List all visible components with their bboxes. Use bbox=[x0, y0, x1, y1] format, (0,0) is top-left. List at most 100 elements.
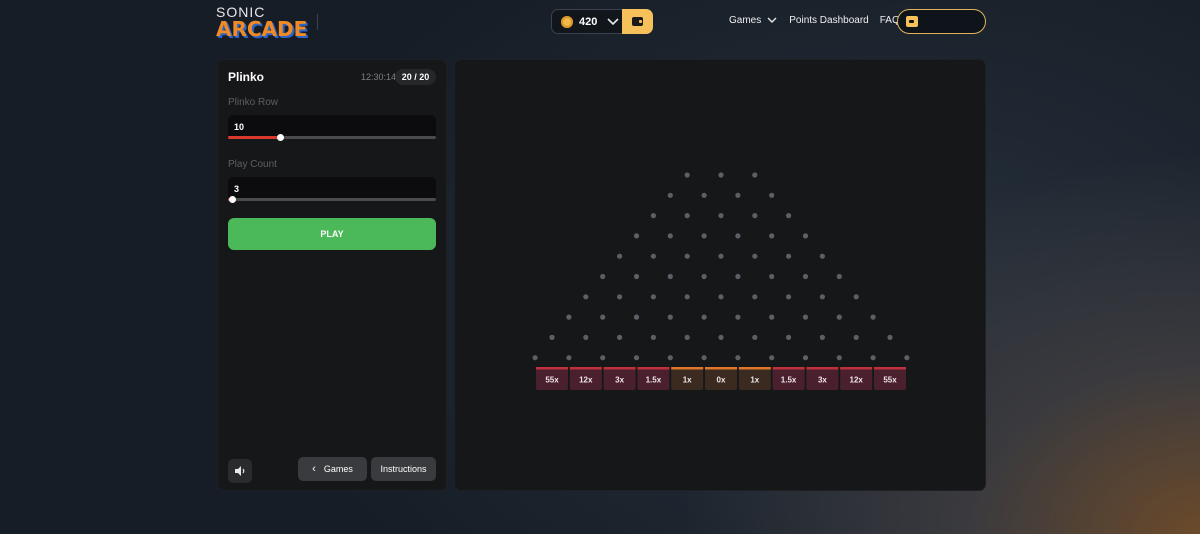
peg bbox=[752, 334, 758, 340]
peg bbox=[617, 253, 623, 259]
coin-balance-value: 420 bbox=[579, 15, 598, 28]
chevron-down-icon[interactable] bbox=[605, 14, 621, 30]
sound-toggle-button[interactable] bbox=[228, 459, 252, 483]
multiplier-label: 12x bbox=[850, 376, 864, 385]
multiplier-slot: 0x bbox=[705, 367, 737, 390]
plinko-row-slider[interactable] bbox=[228, 134, 436, 141]
play-count-slider-thumb[interactable] bbox=[229, 196, 237, 203]
peg bbox=[566, 355, 572, 361]
plinko-row-slider-fill bbox=[228, 136, 280, 139]
peg bbox=[650, 253, 656, 259]
peg bbox=[566, 314, 572, 320]
peg bbox=[600, 314, 606, 320]
peg bbox=[735, 273, 741, 280]
peg bbox=[532, 355, 538, 361]
peg bbox=[802, 355, 809, 361]
multiplier-slot: 1.5x bbox=[637, 367, 670, 390]
peg bbox=[853, 334, 859, 340]
peg bbox=[769, 273, 775, 280]
peg bbox=[735, 233, 741, 239]
plinko-board: 55x 12x 3x 1.5x 1x 0x 1x 1.5x 3x 12x 55x bbox=[454, 59, 986, 491]
peg bbox=[735, 314, 741, 320]
plinko-row-label: Plinko Row bbox=[228, 97, 279, 108]
peg bbox=[667, 314, 673, 320]
wallet-icon bbox=[632, 17, 643, 26]
peg bbox=[667, 233, 673, 239]
multiplier-label: 1x bbox=[750, 376, 759, 385]
site-logo[interactable]: SONIC ARCADE bbox=[216, 5, 308, 41]
peg bbox=[819, 253, 825, 259]
peg bbox=[735, 192, 741, 198]
account-button[interactable] bbox=[897, 9, 986, 34]
peg bbox=[819, 334, 825, 340]
peg bbox=[870, 314, 876, 320]
multiplier-slot: 12x bbox=[840, 367, 873, 390]
peg bbox=[836, 355, 842, 361]
multiplier-slot: 1.5x bbox=[772, 367, 805, 390]
peg bbox=[769, 355, 775, 361]
play-button[interactable]: PLAY bbox=[228, 218, 436, 250]
peg bbox=[718, 172, 724, 178]
play-count-slider[interactable] bbox=[228, 196, 436, 203]
peg bbox=[836, 314, 842, 320]
nav-games[interactable]: Games bbox=[729, 15, 777, 26]
peg bbox=[718, 294, 724, 300]
game-control-panel: Plinko 12:30:14 20 / 20 Plinko Row 10 Pl… bbox=[217, 59, 447, 491]
multiplier-slot: 55x bbox=[874, 367, 906, 390]
peg bbox=[701, 192, 707, 198]
game-title: Plinko bbox=[228, 70, 265, 84]
peg bbox=[819, 294, 825, 300]
logo-divider bbox=[317, 14, 318, 30]
peg bbox=[887, 334, 893, 340]
peg bbox=[904, 355, 910, 361]
multiplier-slot: 3x bbox=[806, 367, 839, 390]
main-nav: Games Points Dashboard FAQ bbox=[729, 15, 900, 26]
peg bbox=[718, 253, 724, 259]
multiplier-label: 0x bbox=[717, 376, 726, 385]
plinko-row-slider-thumb[interactable] bbox=[277, 134, 284, 141]
multiplier-label: 1.5x bbox=[646, 376, 662, 385]
peg bbox=[752, 253, 758, 259]
wallet-button[interactable] bbox=[622, 9, 653, 34]
logo-bottom-text: ARCADE bbox=[216, 17, 308, 41]
peg bbox=[701, 355, 707, 361]
multiplier-slot: 1x bbox=[671, 367, 704, 390]
peg bbox=[600, 355, 606, 361]
multiplier-label: 3x bbox=[615, 376, 624, 385]
peg bbox=[684, 213, 690, 219]
peg bbox=[650, 334, 656, 340]
peg bbox=[870, 355, 876, 361]
multiplier-label: 1.5x bbox=[781, 376, 797, 385]
nav-points-dashboard[interactable]: Points Dashboard bbox=[789, 15, 869, 26]
peg bbox=[769, 192, 775, 198]
peg bbox=[786, 213, 792, 219]
peg bbox=[667, 273, 673, 280]
multiplier-label: 1x bbox=[683, 376, 692, 385]
peg bbox=[633, 355, 640, 361]
peg bbox=[701, 273, 707, 280]
peg bbox=[752, 213, 758, 219]
peg bbox=[667, 192, 673, 198]
play-count-label: Play Count bbox=[228, 159, 277, 170]
multiplier-label: 55x bbox=[545, 376, 559, 385]
peg bbox=[617, 294, 623, 300]
peg bbox=[802, 273, 809, 280]
multiplier-slot: 1x bbox=[738, 367, 771, 390]
instructions-button[interactable]: Instructions bbox=[371, 457, 436, 481]
peg bbox=[769, 233, 775, 239]
peg bbox=[583, 294, 589, 300]
peg bbox=[752, 294, 758, 300]
coin-balance[interactable]: 420 bbox=[551, 9, 653, 34]
peg bbox=[752, 172, 758, 178]
peg bbox=[802, 314, 809, 320]
peg bbox=[802, 233, 809, 239]
speaker-icon bbox=[235, 466, 245, 476]
nav-games-label: Games bbox=[729, 15, 762, 26]
peg bbox=[735, 355, 741, 361]
game-time: 12:30:14 bbox=[361, 72, 397, 82]
back-to-games-button[interactable]: ‹ Games bbox=[298, 457, 367, 481]
peg bbox=[701, 314, 707, 320]
peg bbox=[600, 273, 606, 280]
multiplier-slot: 12x bbox=[569, 367, 602, 390]
plinko-board-canvas: 55x 12x 3x 1.5x 1x 0x 1x 1.5x 3x 12x 55x bbox=[532, 172, 910, 390]
